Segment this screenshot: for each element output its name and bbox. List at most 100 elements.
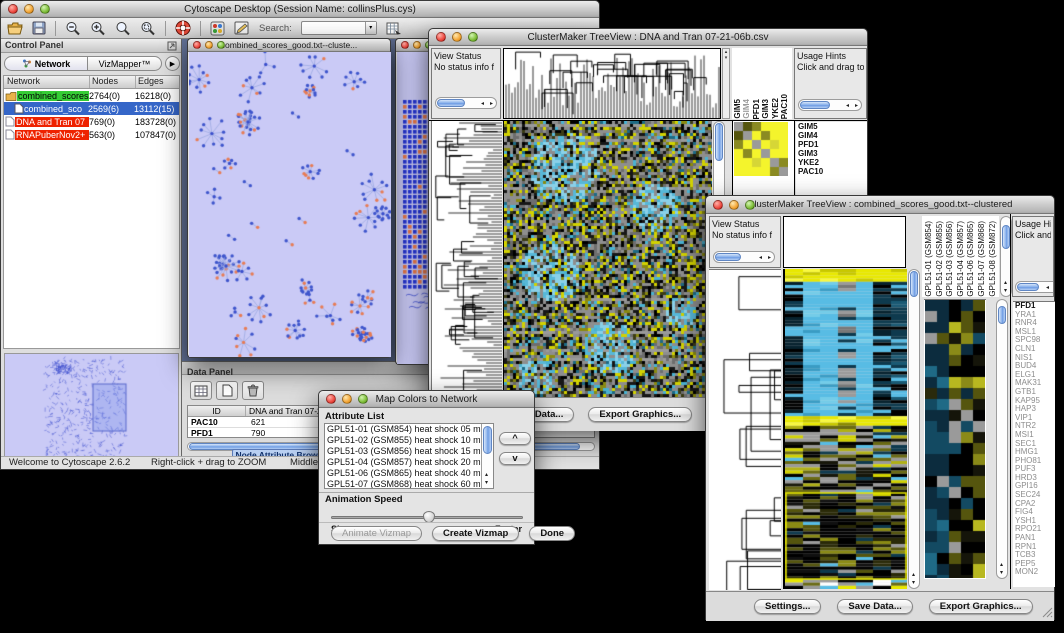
treeview1-row-dendrogram[interactable] <box>431 121 501 397</box>
scroll-up-icon[interactable]: ▴ <box>1000 562 1003 568</box>
column-label[interactable]: GPL51-08 (GSM872) <box>988 221 999 297</box>
scrollbar-thumb[interactable] <box>437 99 465 107</box>
treeview-button[interactable]: Export Graphics... <box>588 407 692 422</box>
open-session-icon[interactable] <box>7 21 23 35</box>
scrollbar-thumb[interactable] <box>910 271 918 297</box>
column-label[interactable]: GPL51-03 (GSM856) <box>945 221 956 297</box>
treeview1-heatmap[interactable] <box>503 121 711 397</box>
column-label[interactable]: YKE2 <box>771 98 780 119</box>
tab-overflow-button[interactable]: ▶ <box>165 56 180 71</box>
save-session-icon[interactable] <box>32 21 46 35</box>
column-header-nodes[interactable]: Nodes <box>90 76 136 88</box>
attribute-list-item[interactable]: GPL51-02 (GSM855) heat shock 10 min <box>325 435 481 446</box>
close-button[interactable] <box>401 41 409 49</box>
vizmapper-icon[interactable] <box>210 21 225 36</box>
scroll-down-icon[interactable]: ▾ <box>485 480 488 486</box>
column-label[interactable]: GPL51-01 (GSM854) <box>924 221 935 297</box>
column-header-network[interactable]: Network <box>4 76 90 88</box>
treeview2-row-dendrogram[interactable] <box>709 269 781 589</box>
treeview2-v-scrollbar[interactable]: ▴ ▾ <box>908 269 920 589</box>
table-import-icon[interactable] <box>386 21 402 36</box>
dialog-button[interactable]: Done <box>529 526 575 541</box>
resize-grip-icon[interactable] <box>1042 607 1053 618</box>
scrollbar-thumb[interactable] <box>800 101 830 109</box>
view-status-scrollbar[interactable]: ◂ ▸ <box>435 97 497 109</box>
scroll-up-icon[interactable]: ▴ <box>912 572 915 578</box>
column-label[interactable]: GIM3 <box>761 99 770 119</box>
network-row-selected[interactable]: combined_sco 2569(6) 13112(15) <box>4 102 179 115</box>
treeview2-zoom-scrollbar[interactable]: ▴ ▾ <box>996 299 1008 579</box>
attribute-list-item[interactable]: GPL51-07 (GSM868) heat shock 60 min <box>325 479 481 489</box>
zoom-button[interactable] <box>40 4 50 14</box>
minimize-button[interactable] <box>452 32 462 42</box>
gene-label[interactable]: PFD1 <box>798 140 867 149</box>
zoom-button[interactable] <box>745 200 755 210</box>
scroll-down-icon[interactable]: ▾ <box>1000 570 1003 576</box>
minimize-button[interactable] <box>729 200 739 210</box>
move-up-button[interactable]: ^ <box>499 432 531 445</box>
scrollbar-thumb[interactable] <box>483 426 492 454</box>
scroll-up-icon[interactable]: ▴ <box>485 472 488 478</box>
new-attribute-button[interactable] <box>216 381 238 400</box>
usage-hints-scrollbar[interactable]: ◂ <box>1015 281 1054 293</box>
main-titlebar[interactable]: Cytoscape Desktop (Session Name: collins… <box>1 1 599 18</box>
column-header-edges[interactable]: Edges <box>136 76 179 88</box>
column-label[interactable]: GPL51-02 (GSM855) <box>935 221 946 297</box>
scroll-down-icon[interactable]: ▾ <box>1004 288 1007 294</box>
zoom-selected-icon[interactable] <box>140 21 156 36</box>
delete-attribute-button[interactable] <box>242 381 264 400</box>
gene-label[interactable]: GIM4 <box>798 131 867 140</box>
tab-network[interactable]: Network <box>4 56 88 71</box>
network-row-combined-scores[interactable]: combined_scores 2764(0) 16218(0) <box>4 89 179 102</box>
scroll-down-icon[interactable]: ▾ <box>912 580 915 586</box>
treeview-button[interactable]: Save Data... <box>837 599 912 614</box>
minimize-button[interactable] <box>24 4 34 14</box>
treeview1-column-dendrogram[interactable] <box>503 48 721 119</box>
treeview2-column-dendrogram[interactable] <box>783 216 906 268</box>
scrollbar-thumb[interactable] <box>1017 283 1039 291</box>
gene-label[interactable]: GIM5 <box>798 122 867 131</box>
column-label[interactable]: GPL51-04 (GSM857) <box>956 221 967 297</box>
attribute-list-item[interactable]: GPL51-03 (GSM856) heat shock 15 min <box>325 446 481 457</box>
zoom-button[interactable] <box>217 41 225 49</box>
zoom-out-icon[interactable] <box>65 21 81 36</box>
zoom-button[interactable] <box>468 32 478 42</box>
data-column-id[interactable]: ID <box>188 406 246 416</box>
scroll-left-icon[interactable]: ◂ <box>759 255 762 261</box>
search-dropdown-arrow-icon[interactable]: ▾ <box>365 22 376 34</box>
column-label[interactable]: GPL51-06 (GSM865) <box>966 221 977 297</box>
zoom-fit-icon[interactable] <box>115 21 131 36</box>
scroll-right-icon[interactable]: ▸ <box>490 101 493 107</box>
close-button[interactable] <box>436 32 446 42</box>
dialog-button[interactable]: Create Vizmap <box>432 526 519 541</box>
network-row-dna-tran[interactable]: DNA and Tran 07 769(0) 183728(0) <box>4 115 179 128</box>
move-down-button[interactable]: v <box>499 452 531 465</box>
scrollbar-thumb[interactable] <box>1002 225 1010 249</box>
search-input[interactable]: ▾ <box>301 21 377 35</box>
tab-vizmapper[interactable]: VizMapper™ <box>88 56 162 71</box>
usage-hints-scrollbar[interactable]: ◂ ▸ <box>798 99 862 111</box>
attribute-list-item[interactable]: GPL51-04 (GSM857) heat shock 20 min <box>325 457 481 468</box>
close-button[interactable] <box>193 41 201 49</box>
attribute-list-scrollbar[interactable]: ▴ ▾ <box>481 424 493 488</box>
column-label[interactable]: GIM5 <box>733 99 742 119</box>
scroll-right-icon[interactable]: ▸ <box>768 255 771 261</box>
scroll-right-icon[interactable]: ▸ <box>855 103 858 109</box>
minimize-button[interactable] <box>205 41 213 49</box>
column-label[interactable]: PAC10 <box>780 94 789 119</box>
minimize-button[interactable] <box>342 394 352 404</box>
float-panel-icon[interactable] <box>167 41 177 51</box>
close-button[interactable] <box>326 394 336 404</box>
scroll-up-icon[interactable]: ▴ <box>1004 280 1007 286</box>
treeview2-heatmap[interactable] <box>783 269 907 589</box>
scroll-left-icon[interactable]: ◂ <box>1046 285 1049 291</box>
column-label[interactable]: GPL51-07 (GSM868) <box>977 221 988 297</box>
gene-label[interactable]: GIM3 <box>798 149 867 158</box>
close-button[interactable] <box>713 200 723 210</box>
dendro-arrow-strip[interactable]: ▴▾ <box>722 48 730 119</box>
view-status-scrollbar[interactable]: ◂ ▸ <box>713 251 775 263</box>
zoom-button[interactable] <box>358 394 368 404</box>
gene-label[interactable]: MON2 <box>1015 568 1055 577</box>
column-label[interactable]: GIM4 <box>742 99 751 119</box>
help-lifering-icon[interactable] <box>175 20 191 36</box>
